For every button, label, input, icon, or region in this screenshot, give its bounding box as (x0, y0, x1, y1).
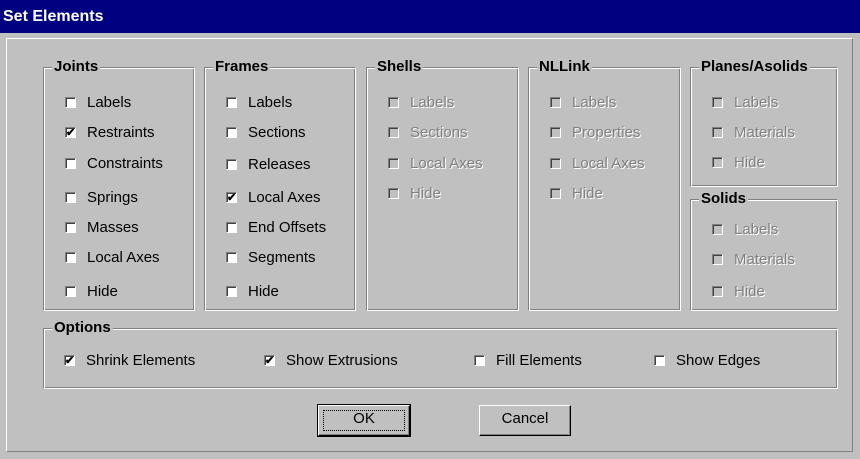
solids-group-title: Solids (699, 190, 749, 208)
checkbox-box[interactable] (65, 222, 76, 233)
dialog-title: Set Elements (3, 8, 104, 25)
frames-group: Frames Labels Sections Releases ✔ Local A… (204, 58, 356, 311)
nllink-group-title: NLLink (537, 58, 592, 76)
joints-group: Joints Labels ✔ Restraints Constraints Sp… (43, 58, 195, 311)
checkbox-box[interactable] (65, 252, 76, 263)
checkbox-box (712, 97, 723, 108)
checkbox-label: Show Edges (676, 352, 761, 369)
checkbox-box (388, 127, 399, 138)
checkbox-label: Hide (410, 185, 441, 202)
checkbox-box[interactable]: ✔ (64, 355, 75, 367)
checkbox-label: End Offsets (248, 219, 327, 236)
checkbox-label: Local Axes (248, 189, 321, 206)
checkbox-box[interactable] (65, 286, 76, 297)
checkbox-label: Local Axes (87, 249, 160, 266)
checkbox-label: Materials (734, 124, 795, 141)
checkbox-box (712, 157, 723, 168)
checkbox-label: Labels (87, 94, 132, 111)
checkbox-box (550, 188, 561, 199)
checkbox-box[interactable] (226, 97, 237, 108)
checkbox-box[interactable] (226, 222, 237, 233)
checkbox-label: Hide (572, 185, 603, 202)
checkbox-label: Properties (572, 124, 641, 141)
checkbox-box (550, 97, 561, 108)
checkbox-label: Labels (248, 94, 293, 111)
options-group-title: Options (52, 319, 113, 337)
checkbox-label: Masses (87, 219, 139, 236)
checkbox-box (388, 158, 399, 169)
checkbox-label: Materials (734, 251, 795, 268)
checkbox-box[interactable] (65, 97, 76, 108)
dialog-title-bar[interactable]: Set Elements (0, 0, 860, 33)
checkbox-box[interactable] (226, 286, 237, 297)
checkbox-box (550, 158, 561, 169)
checkbox-box[interactable]: ✔ (65, 127, 76, 139)
checkbox-box (712, 127, 723, 138)
shells-group: Shells Labels Sections Local Axes Hide (366, 58, 519, 311)
checkbox-label: Show Extrusions (286, 352, 398, 369)
checkbox-label: Hide (248, 283, 279, 300)
checkbox-box[interactable] (226, 127, 237, 138)
checkbox-label: Labels (572, 94, 617, 111)
checkbox-label: Local Axes (410, 155, 483, 172)
shells-group-title: Shells (375, 58, 424, 76)
checkbox-box[interactable] (654, 355, 665, 366)
checkbox-box (712, 254, 723, 265)
checkbox-box[interactable] (474, 355, 485, 366)
checkbox-box[interactable] (226, 159, 237, 170)
checkbox-box (550, 127, 561, 138)
checkbox-label: Local Axes (572, 155, 645, 172)
planes-asolids-group: Planes/Asolids Labels Materials Hide (690, 58, 838, 187)
dialog-body: Joints Labels ✔ Restraints Constraints Sp… (6, 38, 853, 452)
joints-group-title: Joints (52, 58, 101, 76)
checkbox-box (388, 97, 399, 108)
checkbox-label: Labels (734, 221, 779, 238)
nllink-group: NLLink Labels Properties Local Axes Hide (528, 58, 681, 311)
checkbox-label: Sections (410, 124, 468, 141)
checkbox-label: Fill Elements (496, 352, 582, 369)
checkbox-box[interactable]: ✔ (226, 192, 237, 204)
checkbox-label: Labels (410, 94, 455, 111)
checkbox-label: Labels (734, 94, 779, 111)
checkbox-box[interactable]: ✔ (264, 355, 275, 367)
options-group: Options ✔ Shrink Elements ✔ Show Extrusion… (43, 319, 838, 389)
checkbox-box[interactable] (65, 192, 76, 203)
checkbox-label: Hide (87, 283, 118, 300)
frames-group-title: Frames (213, 58, 271, 76)
solids-group: Solids Labels Materials Hide (690, 190, 838, 311)
planes-asolids-group-title: Planes/Asolids (699, 58, 810, 76)
checkbox-label: Hide (734, 283, 765, 300)
checkbox-box (712, 286, 723, 297)
checkbox-box (712, 224, 723, 235)
checkbox-label: Springs (87, 189, 138, 206)
checkbox-box[interactable] (226, 252, 237, 263)
cancel-button-label: Cancel (501, 410, 549, 427)
ok-button-label: OK (353, 410, 375, 427)
checkbox-label: Constraints (87, 155, 163, 172)
checkbox-label: Segments (248, 249, 316, 266)
checkbox-label: Restraints (87, 124, 155, 141)
ok-button[interactable]: OK (317, 404, 411, 437)
checkbox-label: Sections (248, 124, 306, 141)
checkbox-box[interactable] (65, 158, 76, 169)
cancel-button[interactable]: Cancel (479, 405, 571, 436)
checkbox-label: Releases (248, 156, 311, 173)
checkbox-label: Hide (734, 154, 765, 171)
checkbox-box (388, 188, 399, 199)
checkbox-label: Shrink Elements (86, 352, 196, 369)
